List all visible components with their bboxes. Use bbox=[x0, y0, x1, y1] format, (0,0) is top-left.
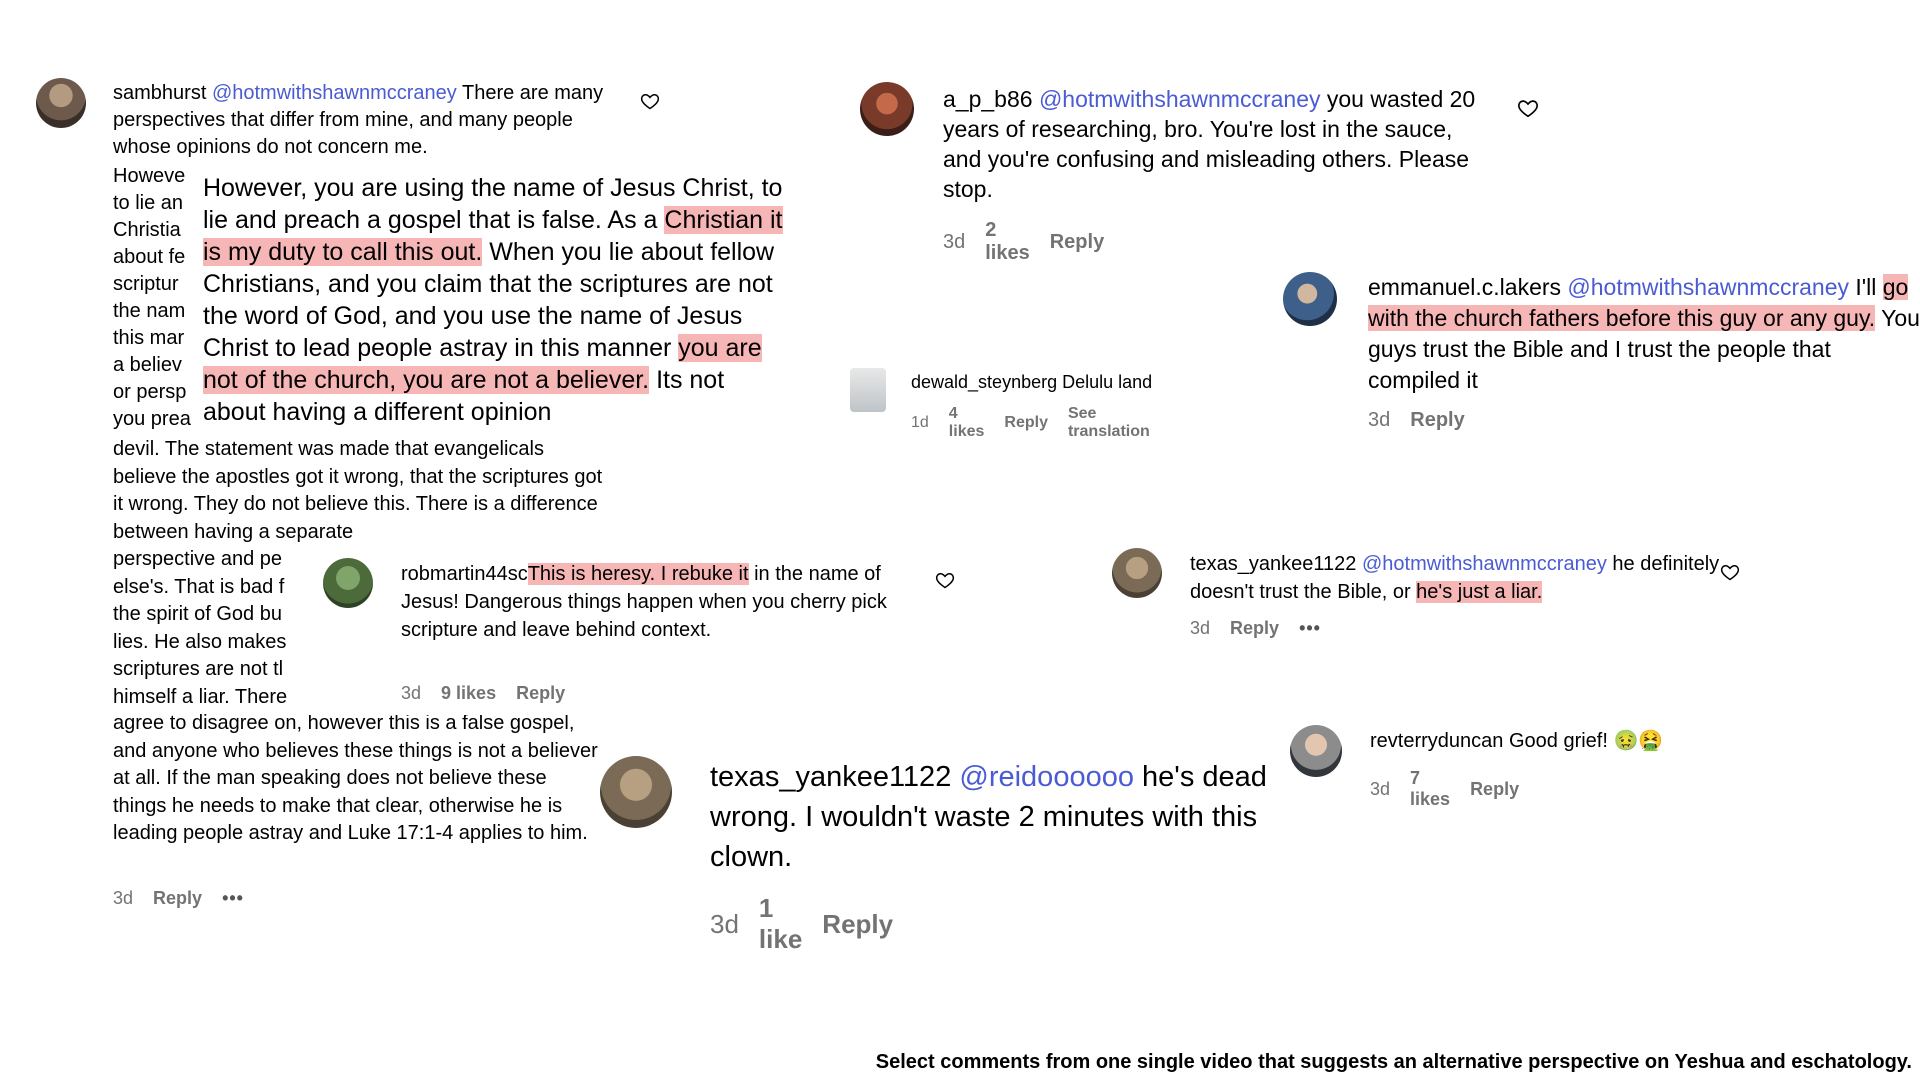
more-options-icon[interactable]: ••• bbox=[1299, 618, 1321, 639]
timestamp: 1d bbox=[911, 414, 929, 431]
see-translation-link[interactable]: See translation bbox=[1068, 405, 1150, 441]
more-options-icon[interactable]: ••• bbox=[222, 888, 244, 909]
username[interactable]: texas_yankee1122 bbox=[1190, 553, 1356, 575]
timestamp: 3d bbox=[943, 230, 966, 253]
avatar[interactable] bbox=[1283, 272, 1337, 326]
username[interactable]: robmartin44sc bbox=[401, 563, 528, 585]
comment-text: Good grief! 🤢🤮 bbox=[1503, 730, 1664, 752]
obscured-text-column: Howeve to lie an Christia about fe scrip… bbox=[113, 165, 191, 430]
reply-button[interactable]: Reply bbox=[1470, 779, 1519, 800]
avatar[interactable] bbox=[860, 82, 914, 136]
mention-link[interactable]: @hotmwithshawnmccraney bbox=[1567, 274, 1849, 300]
avatar[interactable] bbox=[1112, 548, 1162, 598]
timestamp: 3d bbox=[401, 683, 422, 703]
reply-button[interactable]: Reply bbox=[1230, 618, 1279, 639]
obscured-text-column: perspective and pe else's. That is bad f… bbox=[113, 548, 288, 708]
reply-button[interactable]: Reply bbox=[822, 909, 893, 940]
mention-link[interactable]: @reidoooooo bbox=[959, 761, 1134, 793]
comment-text: Delulu land bbox=[1057, 372, 1153, 392]
timestamp: 3d bbox=[1370, 778, 1391, 799]
timestamp: 3d bbox=[113, 888, 134, 908]
username[interactable]: sambhurst bbox=[113, 82, 206, 104]
username[interactable]: revterryduncan bbox=[1370, 730, 1503, 752]
comment-text: agree to disagree on, however this is a … bbox=[113, 712, 598, 844]
avatar[interactable] bbox=[1290, 725, 1342, 777]
reply-button[interactable]: Reply bbox=[153, 888, 202, 909]
timestamp: 3d bbox=[1190, 618, 1211, 638]
avatar[interactable] bbox=[323, 558, 373, 608]
heart-icon[interactable] bbox=[935, 570, 955, 590]
likes-count[interactable]: 7 likes bbox=[1410, 768, 1450, 810]
highlighted-text: he's just a liar. bbox=[1416, 581, 1543, 603]
avatar[interactable] bbox=[850, 368, 886, 412]
likes-count[interactable]: 2 likes bbox=[985, 219, 1029, 265]
likes-count[interactable]: 9 likes bbox=[441, 683, 496, 704]
heart-icon[interactable] bbox=[1720, 562, 1740, 582]
avatar[interactable] bbox=[600, 756, 672, 828]
reply-button[interactable]: Reply bbox=[516, 683, 565, 704]
username[interactable]: a_p_b86 bbox=[943, 86, 1033, 112]
likes-count[interactable]: 4 likes bbox=[949, 405, 985, 441]
timestamp: 3d bbox=[1368, 409, 1391, 431]
comment-robmartin44sc: robmartin44scThis is heresy. I rebuke it… bbox=[305, 550, 955, 715]
username[interactable]: texas_yankee1122 bbox=[710, 761, 951, 793]
timestamp: 3d bbox=[710, 908, 739, 939]
mention-link[interactable]: @hotmwithshawnmccraney bbox=[1362, 553, 1607, 575]
username[interactable]: dewald_steynberg bbox=[911, 372, 1057, 392]
reply-button[interactable]: Reply bbox=[1410, 409, 1464, 432]
reply-button[interactable]: Reply bbox=[1050, 231, 1104, 254]
heart-icon[interactable] bbox=[640, 91, 660, 111]
highlighted-text: This is heresy. I rebuke it bbox=[527, 563, 749, 585]
likes-count[interactable]: 1 like bbox=[759, 893, 802, 955]
zoomed-excerpt: However, you are using the name of Jesus… bbox=[197, 166, 792, 438]
username[interactable]: emmanuel.c.lakers bbox=[1368, 274, 1561, 300]
heart-icon[interactable] bbox=[1517, 97, 1539, 119]
mention-link[interactable]: @hotmwithshawnmccraney bbox=[1039, 86, 1321, 112]
reply-button[interactable]: Reply bbox=[1004, 414, 1048, 432]
caption: Select comments from one single video th… bbox=[875, 1051, 1912, 1073]
mention-link[interactable]: @hotmwithshawnmccraney bbox=[212, 82, 457, 104]
comment-text: devil. The statement was made that evang… bbox=[113, 438, 603, 543]
avatar[interactable] bbox=[36, 78, 86, 128]
